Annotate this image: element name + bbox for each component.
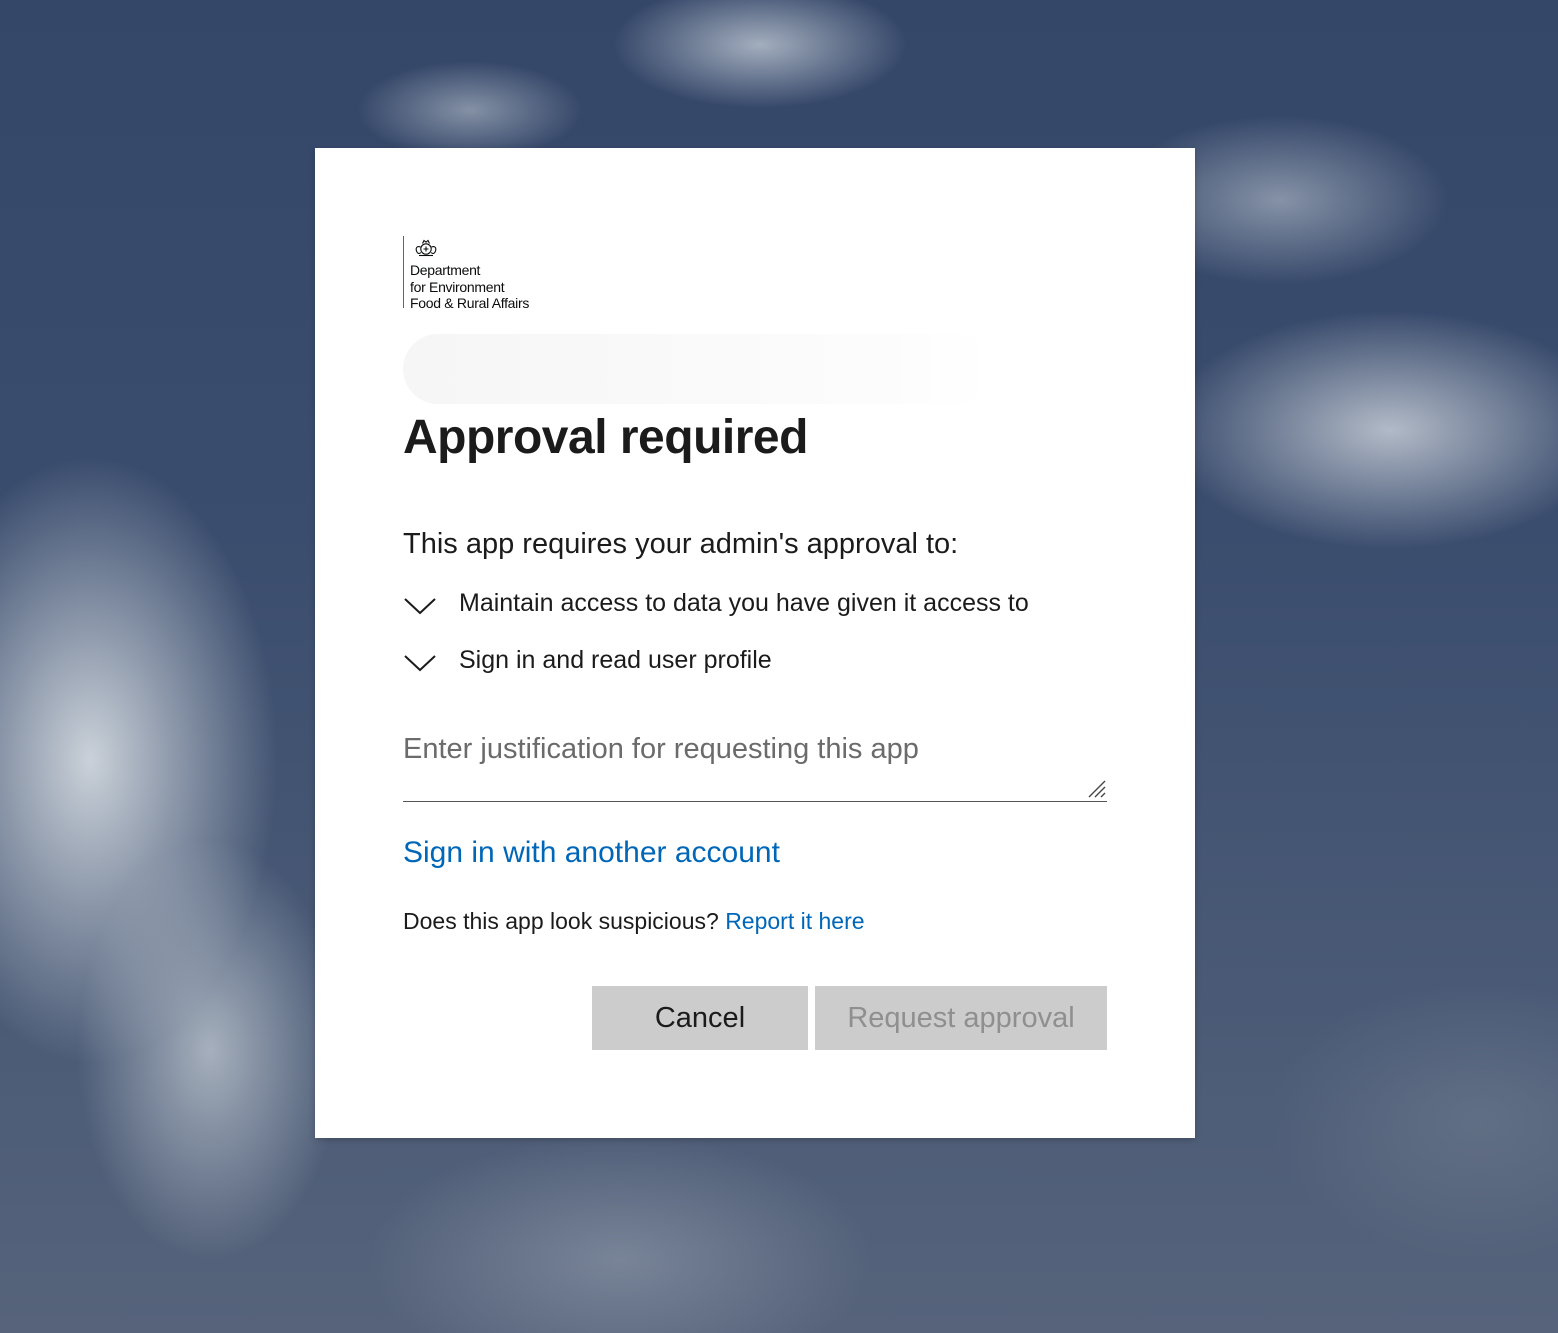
- page-title: Approval required: [403, 411, 808, 464]
- org-name-line-1: Department: [410, 262, 481, 278]
- permission-label: Maintain access to data you have given i…: [459, 589, 1029, 617]
- approval-dialog: Department for Environment Food & Rural …: [315, 148, 1195, 1138]
- organization-logo: Department for Environment Food & Rural …: [403, 236, 553, 311]
- redacted-account-identity: [403, 334, 993, 404]
- suspicious-app-notice: Does this app look suspicious? Report it…: [403, 908, 865, 935]
- organization-name: Department for Environment Food & Rural …: [410, 262, 529, 312]
- dialog-content: Department for Environment Food & Rural …: [403, 148, 1107, 1138]
- sign-in-another-account-link[interactable]: Sign in with another account: [403, 836, 780, 870]
- request-approval-button[interactable]: Request approval: [815, 986, 1107, 1050]
- report-app-link[interactable]: Report it here: [725, 908, 864, 934]
- chevron-down-icon: [404, 655, 436, 672]
- justification-field-wrapper: [403, 723, 1107, 803]
- chevron-down-icon: [404, 598, 436, 615]
- permission-label: Sign in and read user profile: [459, 646, 772, 674]
- justification-input[interactable]: [403, 723, 1093, 803]
- resize-grip-icon[interactable]: [1085, 777, 1107, 799]
- suspicious-question-text: Does this app look suspicious?: [403, 908, 726, 934]
- org-name-line-3: Food & Rural Affairs: [410, 295, 530, 311]
- permission-item-maintain-access[interactable]: Maintain access to data you have given i…: [403, 584, 1107, 624]
- royal-crest-icon: [415, 239, 437, 257]
- permission-item-sign-in[interactable]: Sign in and read user profile: [403, 641, 1107, 681]
- org-name-line-2: for Environment: [410, 278, 505, 295]
- approval-intro-text: This app requires your admin's approval …: [403, 528, 959, 560]
- cancel-button[interactable]: Cancel: [592, 986, 808, 1050]
